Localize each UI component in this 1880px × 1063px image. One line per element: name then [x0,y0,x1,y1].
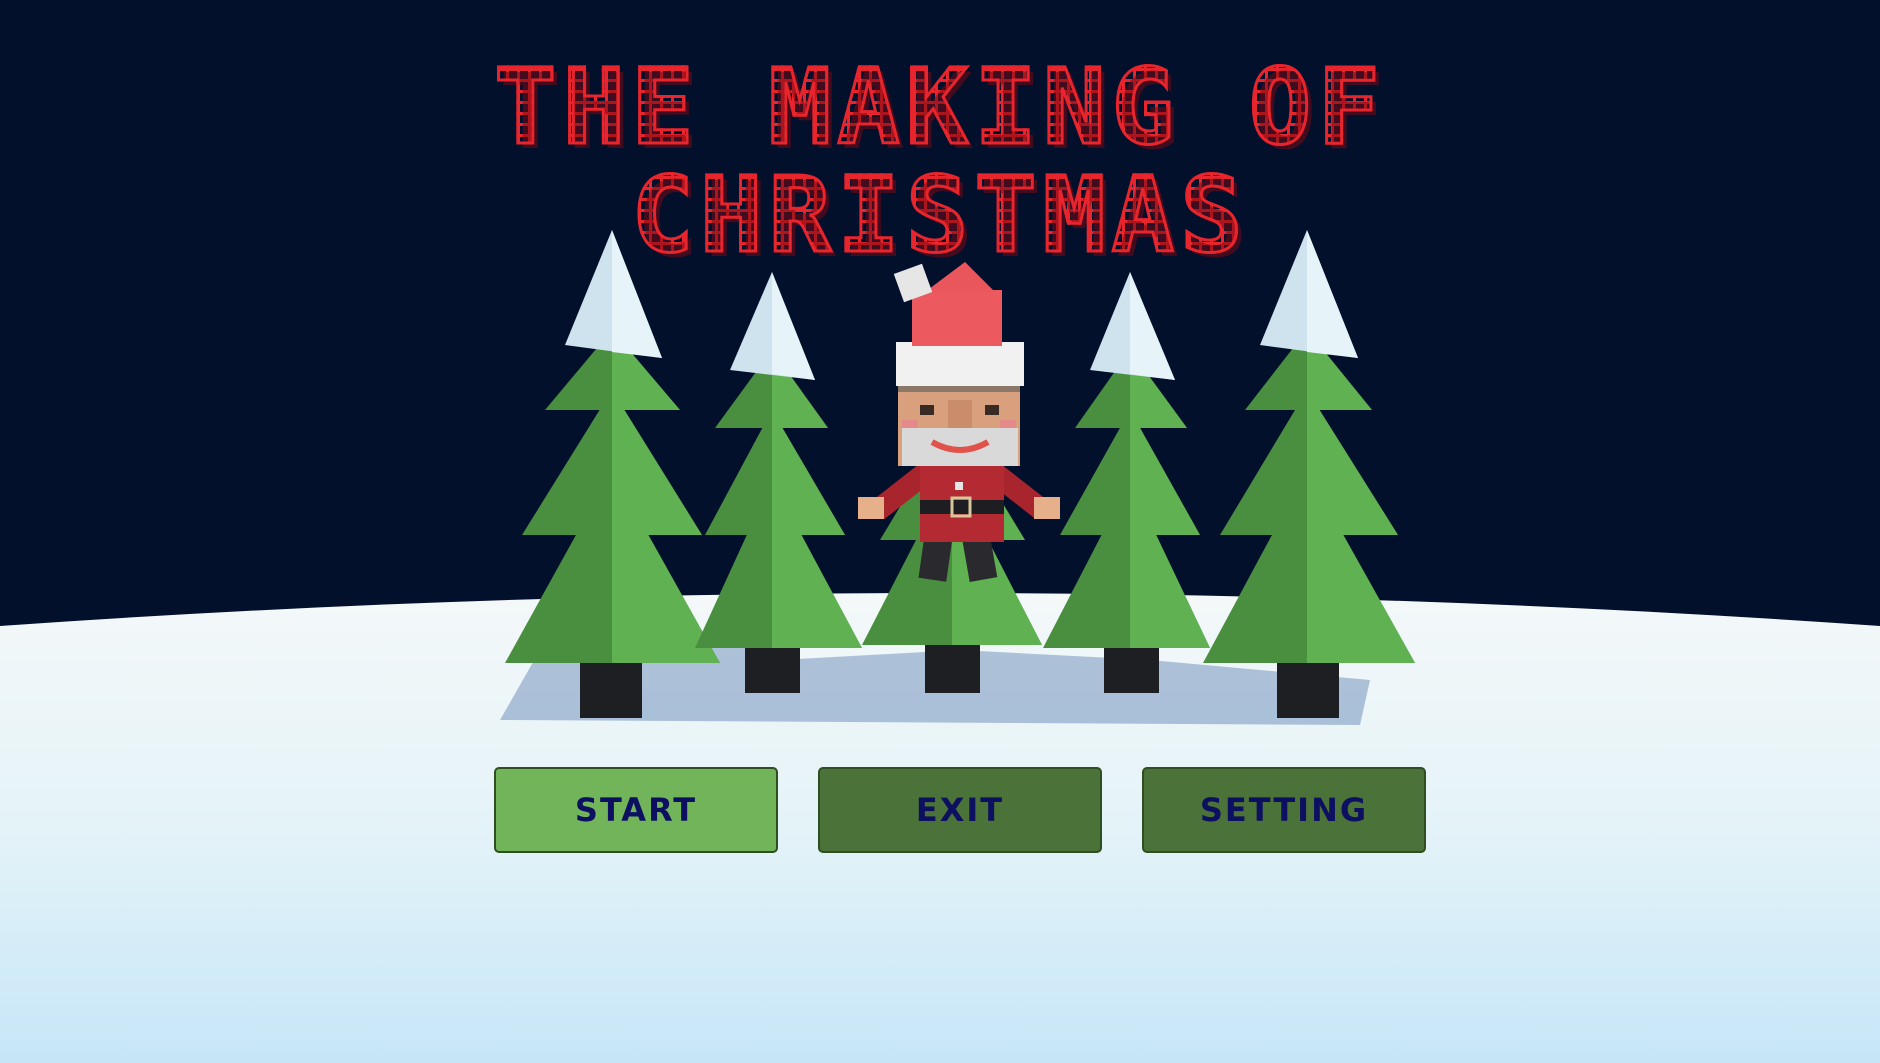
setting-button[interactable]: SETTING [1142,767,1426,853]
exit-button[interactable]: EXIT [818,767,1102,853]
game-title-line-2: CHRISTMAS [0,162,1880,269]
start-button[interactable]: START [494,767,778,853]
game-title-line-1: THE MAKING OF [0,54,1880,161]
